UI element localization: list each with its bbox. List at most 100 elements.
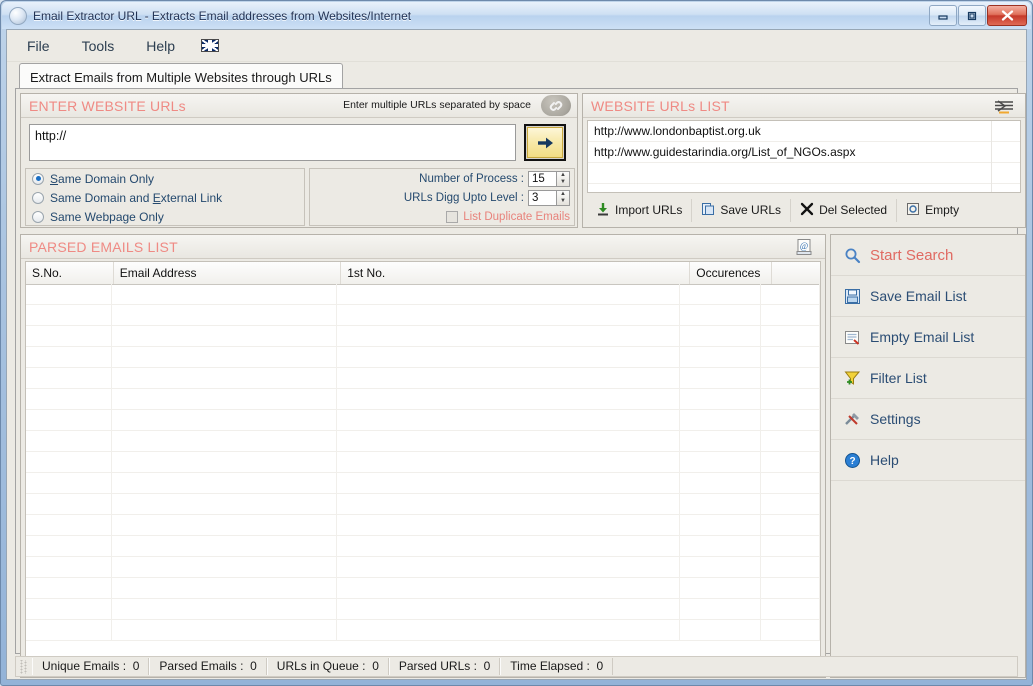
menu-item-tools[interactable]: Tools — [70, 35, 127, 57]
table-cell — [761, 473, 820, 493]
enter-urls-hint: Enter multiple URLs separated by space — [343, 99, 531, 111]
start-search-button[interactable]: Start Search — [831, 235, 1025, 276]
table-row[interactable] — [26, 326, 820, 347]
table-cell — [337, 305, 681, 325]
website-urls-list-group: WEBSITE URLs LIST http://www.londonbapti… — [582, 93, 1026, 228]
filter-list-button[interactable]: Filter List — [831, 358, 1025, 399]
urls-digg-level-stepper[interactable]: ▲ ▼ — [556, 189, 570, 206]
del-selected-button[interactable]: Del Selected — [791, 198, 898, 222]
table-cell — [761, 431, 820, 451]
column-header-extra[interactable] — [772, 262, 820, 284]
grid-body[interactable] — [26, 284, 820, 673]
table-cell — [26, 389, 113, 409]
list-item[interactable]: http://www.guidestarindia.org/List_of_NG… — [588, 142, 1020, 163]
table-row[interactable] — [26, 452, 820, 473]
app-globe-icon — [9, 6, 27, 25]
table-cell — [26, 431, 113, 451]
enter-website-urls-group: ENTER WEBSITE URLs Enter multiple URLs s… — [20, 93, 578, 228]
tab-panel: ENTER WEBSITE URLs Enter multiple URLs s… — [15, 88, 1026, 678]
urls-digg-level-input[interactable]: 3 — [528, 189, 556, 206]
table-cell — [26, 515, 113, 535]
list-duplicate-emails-row[interactable]: List Duplicate Emails — [310, 207, 574, 226]
column-header-sno[interactable]: S.No. — [26, 262, 114, 284]
table-cell — [761, 620, 820, 640]
sort-lines-icon[interactable] — [987, 95, 1021, 116]
minimize-button[interactable] — [929, 5, 957, 26]
actions-panel: Start Search Save Email List Empty Email… — [830, 234, 1026, 678]
help-label: Help — [870, 452, 899, 468]
table-cell — [680, 557, 762, 577]
table-row[interactable] — [26, 578, 820, 599]
table-row[interactable] — [26, 305, 820, 326]
table-row[interactable] — [26, 410, 820, 431]
empty-urls-button[interactable]: Empty — [897, 199, 968, 222]
column-header-email[interactable]: Email Address — [114, 262, 342, 284]
submit-url-button[interactable] — [524, 124, 566, 161]
table-cell — [761, 347, 820, 367]
chain-link-icon[interactable] — [541, 95, 571, 116]
save-email-list-button[interactable]: Save Email List — [831, 276, 1025, 317]
table-row[interactable] — [26, 494, 820, 515]
client-area: File Tools Help Extract Emails from Mult… — [6, 29, 1027, 680]
table-cell — [26, 284, 113, 304]
table-row[interactable] — [26, 368, 820, 389]
list-item[interactable]: http://www.londonbaptist.org.uk — [588, 121, 1020, 142]
radio-indicator — [32, 210, 44, 223]
process-options-group: Number of Process : 15 ▲ ▼ URLs Digg Upt… — [309, 168, 575, 226]
table-row[interactable] — [26, 431, 820, 452]
save-urls-button[interactable]: Save URLs — [692, 198, 792, 222]
table-row[interactable] — [26, 599, 820, 620]
floppy-save-icon — [843, 287, 861, 305]
table-row[interactable] — [26, 620, 820, 641]
table-cell — [26, 347, 113, 367]
menu-item-help[interactable]: Help — [134, 35, 187, 57]
list-duplicate-emails-checkbox[interactable] — [446, 210, 459, 223]
table-row[interactable] — [26, 347, 820, 368]
table-cell — [680, 305, 762, 325]
table-cell — [680, 599, 762, 619]
empty-email-list-button[interactable]: Empty Email List — [831, 317, 1025, 358]
stepper-down-icon[interactable]: ▼ — [557, 179, 569, 186]
stepper-up-icon[interactable]: ▲ — [557, 191, 569, 198]
table-cell — [761, 389, 820, 409]
svg-text:?: ? — [849, 456, 855, 467]
urls-list-title: WEBSITE URLs LIST — [591, 97, 730, 114]
column-header-occurences[interactable]: Occurences — [690, 262, 773, 284]
table-cell — [112, 536, 337, 556]
table-row[interactable] — [26, 389, 820, 410]
maximize-button[interactable] — [958, 5, 986, 26]
table-cell — [112, 557, 337, 577]
table-cell — [337, 578, 681, 598]
column-header-first-no[interactable]: 1st No. — [341, 262, 691, 284]
settings-button[interactable]: Settings — [831, 399, 1025, 440]
number-of-process-stepper[interactable]: ▲ ▼ — [556, 170, 570, 187]
url-input[interactable]: http:// — [29, 124, 516, 161]
table-cell — [680, 431, 762, 451]
urls-listbox[interactable]: http://www.londonbaptist.org.uk http://w… — [587, 120, 1021, 193]
radio-same-domain-only[interactable]: Same Domain Only — [26, 169, 304, 188]
table-cell — [337, 452, 681, 472]
enter-urls-header: ENTER WEBSITE URLs Enter multiple URLs s… — [21, 94, 577, 118]
close-button[interactable] — [987, 5, 1027, 26]
table-cell — [761, 515, 820, 535]
help-button[interactable]: ? Help — [831, 440, 1025, 481]
table-cell — [112, 347, 337, 367]
parsed-emails-grid[interactable]: S.No. Email Address 1st No. Occurences — [25, 261, 821, 674]
tab-extract-emails[interactable]: Extract Emails from Multiple Websites th… — [19, 63, 343, 90]
radio-same-domain-and-external-link[interactable]: Same Domain and External Link — [26, 188, 304, 207]
table-row[interactable] — [26, 536, 820, 557]
table-row[interactable] — [26, 284, 820, 305]
import-urls-button[interactable]: Import URLs — [587, 198, 693, 222]
stepper-up-icon[interactable]: ▲ — [557, 172, 569, 179]
table-cell — [26, 452, 113, 472]
table-row[interactable] — [26, 515, 820, 536]
uk-flag-icon[interactable] — [201, 39, 220, 52]
table-row[interactable] — [26, 557, 820, 578]
table-row[interactable] — [26, 473, 820, 494]
menu-item-file[interactable]: File — [15, 35, 62, 57]
number-of-process-input[interactable]: 15 — [528, 170, 556, 187]
radio-same-webpage-only[interactable]: Same Webpage Only — [26, 207, 304, 226]
stepper-down-icon[interactable]: ▼ — [557, 198, 569, 205]
email-at-icon[interactable]: @ — [787, 236, 821, 257]
urls-digg-level-label: URLs Digg Upto Level : — [403, 191, 524, 204]
